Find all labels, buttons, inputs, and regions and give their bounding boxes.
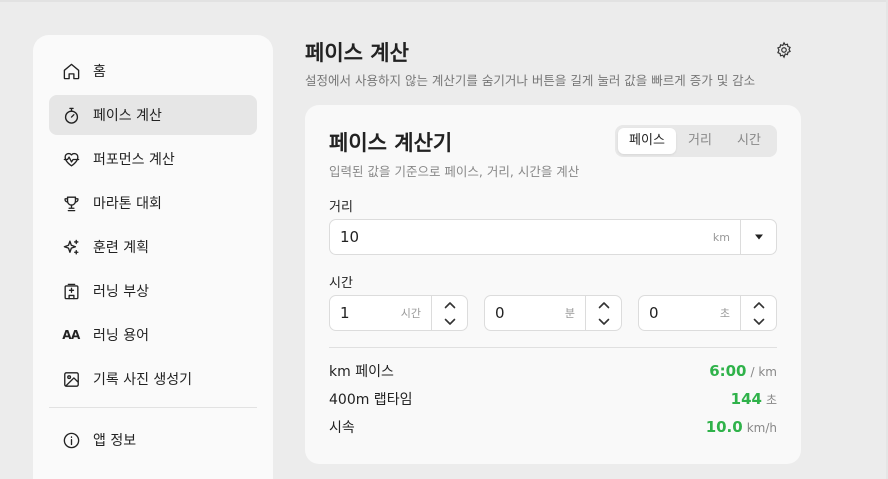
gear-icon (777, 41, 791, 59)
hours-increment-button[interactable] (432, 296, 467, 313)
result-unit: km/h (746, 421, 777, 435)
mode-tabs: 페이스 거리 시간 (615, 125, 777, 157)
sidebar-item-label: 러닝 용어 (93, 328, 149, 344)
sidebar-item-label: 퍼포먼스 계산 (93, 152, 175, 168)
image-icon (61, 369, 81, 389)
seconds-stepper (740, 296, 776, 330)
sidebar-item-label: 마라톤 대회 (93, 196, 162, 212)
result-label: 시속 (329, 420, 355, 436)
results-divider (329, 347, 777, 348)
hours-field: 1 시간 (329, 295, 468, 331)
info-icon (61, 430, 81, 450)
settings-button[interactable] (775, 41, 795, 61)
result-value: 6:00 (709, 362, 747, 380)
result-row-km-pace: km 페이스 6:00/ km (329, 361, 777, 381)
page-description: 설정에서 사용하지 않는 계산기를 숨기거나 버튼을 길게 눌러 값을 빠르게 … (305, 73, 756, 88)
sidebar: 홈 페이스 계산 퍼포먼스 계산 마라톤 대회 훈련 계획 러닝 부상 AA 러… (33, 35, 273, 479)
minutes-increment-button[interactable] (586, 296, 621, 313)
caret-down-icon (754, 234, 763, 240)
distance-input[interactable]: 10 (330, 228, 713, 246)
result-unit: / km (750, 365, 778, 379)
minutes-decrement-button[interactable] (586, 313, 621, 330)
top-border (0, 0, 888, 2)
result-value-group: 6:00/ km (709, 361, 777, 380)
tab-pace[interactable]: 페이스 (618, 128, 676, 154)
sidebar-item-label: 앱 정보 (93, 433, 137, 449)
hours-unit: 시간 (400, 307, 421, 320)
seconds-unit: 초 (719, 307, 730, 320)
hours-stepper (431, 296, 467, 330)
unit-dropdown-button[interactable] (740, 220, 776, 254)
result-unit: 초 (765, 393, 777, 407)
sidebar-item-training[interactable]: 훈련 계획 (49, 227, 257, 267)
page-title: 페이스 계산 (305, 41, 409, 65)
stopwatch-icon (61, 105, 81, 125)
chevron-up-icon (598, 301, 609, 308)
hours-decrement-button[interactable] (432, 313, 467, 330)
minutes-field: 0 분 (484, 295, 622, 331)
result-value: 144 (730, 390, 762, 408)
hospital-icon (61, 281, 81, 301)
text-aa-icon: AA (62, 328, 80, 342)
chevron-down-icon (753, 318, 764, 325)
result-label: km 페이스 (329, 364, 394, 380)
sidebar-item-label: 훈련 계획 (93, 240, 149, 256)
sparkles-icon (61, 237, 81, 257)
seconds-decrement-button[interactable] (741, 313, 776, 330)
pace-calculator-card: 페이스 계산기 입력된 값을 기준으로 페이스, 거리, 시간을 계산 페이스 … (305, 105, 801, 464)
chevron-up-icon (753, 301, 764, 308)
time-label: 시간 (329, 276, 353, 291)
seconds-input[interactable]: 0 (639, 304, 720, 322)
sidebar-divider (49, 407, 257, 408)
sidebar-item-label: 홈 (93, 64, 106, 80)
minutes-input[interactable]: 0 (485, 304, 565, 322)
sidebar-item-pace-calculator[interactable]: 페이스 계산 (49, 95, 257, 135)
card-title: 페이스 계산기 (329, 131, 453, 155)
trophy-icon (61, 193, 81, 213)
sidebar-item-app-info[interactable]: 앱 정보 (49, 420, 257, 460)
distance-unit: km (712, 230, 730, 244)
tab-distance[interactable]: 거리 (676, 128, 724, 154)
chevron-down-icon (444, 318, 455, 325)
hours-input[interactable]: 1 (330, 304, 401, 322)
minutes-unit: 분 (564, 307, 575, 320)
result-label: 400m 랩타임 (329, 392, 413, 408)
result-value-group: 144 초 (731, 389, 777, 408)
sidebar-item-label: 기록 사진 생성기 (93, 372, 193, 388)
result-row-lap-time: 400m 랩타임 144 초 (329, 389, 777, 409)
sidebar-item-performance[interactable]: 퍼포먼스 계산 (49, 139, 257, 179)
distance-label: 거리 (329, 200, 353, 215)
result-value: 10.0 (705, 418, 743, 436)
minutes-stepper (585, 296, 621, 330)
sidebar-item-home[interactable]: 홈 (49, 51, 257, 91)
sidebar-item-injury[interactable]: 러닝 부상 (49, 271, 257, 311)
sidebar-item-glossary[interactable]: AA 러닝 용어 (49, 315, 257, 355)
home-icon (61, 61, 81, 81)
chevron-up-icon (444, 301, 455, 308)
sidebar-item-label: 러닝 부상 (93, 284, 149, 300)
sidebar-item-photo-generator[interactable]: 기록 사진 생성기 (49, 359, 257, 399)
sidebar-item-marathon[interactable]: 마라톤 대회 (49, 183, 257, 223)
result-value-group: 10.0 km/h (706, 417, 777, 436)
sidebar-item-label: 페이스 계산 (93, 108, 162, 124)
heartbeat-icon (61, 149, 81, 169)
result-row-speed: 시속 10.0 km/h (329, 417, 777, 437)
card-subtitle: 입력된 값을 기준으로 페이스, 거리, 시간을 계산 (329, 164, 580, 179)
chevron-down-icon (598, 318, 609, 325)
seconds-increment-button[interactable] (741, 296, 776, 313)
seconds-field: 0 초 (638, 295, 777, 331)
tab-time[interactable]: 시간 (724, 128, 774, 154)
distance-field: 10 km (329, 219, 777, 255)
